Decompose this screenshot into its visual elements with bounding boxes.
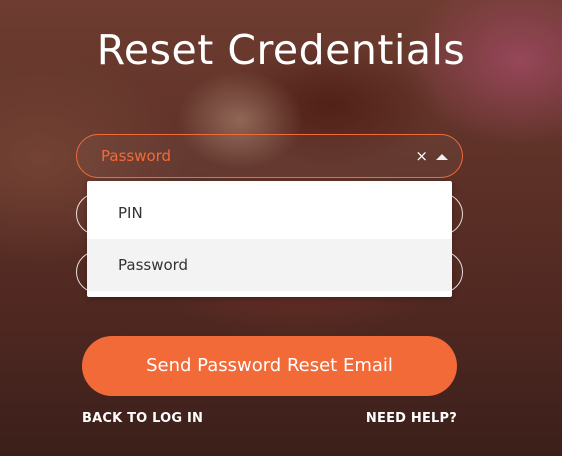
- option-password[interactable]: Password: [87, 239, 452, 291]
- credential-type-select[interactable]: Password ×: [76, 134, 463, 178]
- need-help-link[interactable]: NEED HELP?: [366, 411, 457, 426]
- chevron-up-icon[interactable]: [436, 154, 448, 160]
- option-pin[interactable]: PIN: [87, 187, 452, 239]
- select-dropdown-menu: PIN Password: [87, 181, 452, 297]
- close-icon[interactable]: ×: [415, 146, 428, 166]
- select-value: Password: [101, 147, 172, 165]
- send-reset-email-button[interactable]: Send Password Reset Email: [82, 336, 457, 396]
- page-title: Reset Credentials: [96, 26, 466, 74]
- back-to-login-link[interactable]: BACK TO LOG IN: [82, 411, 203, 426]
